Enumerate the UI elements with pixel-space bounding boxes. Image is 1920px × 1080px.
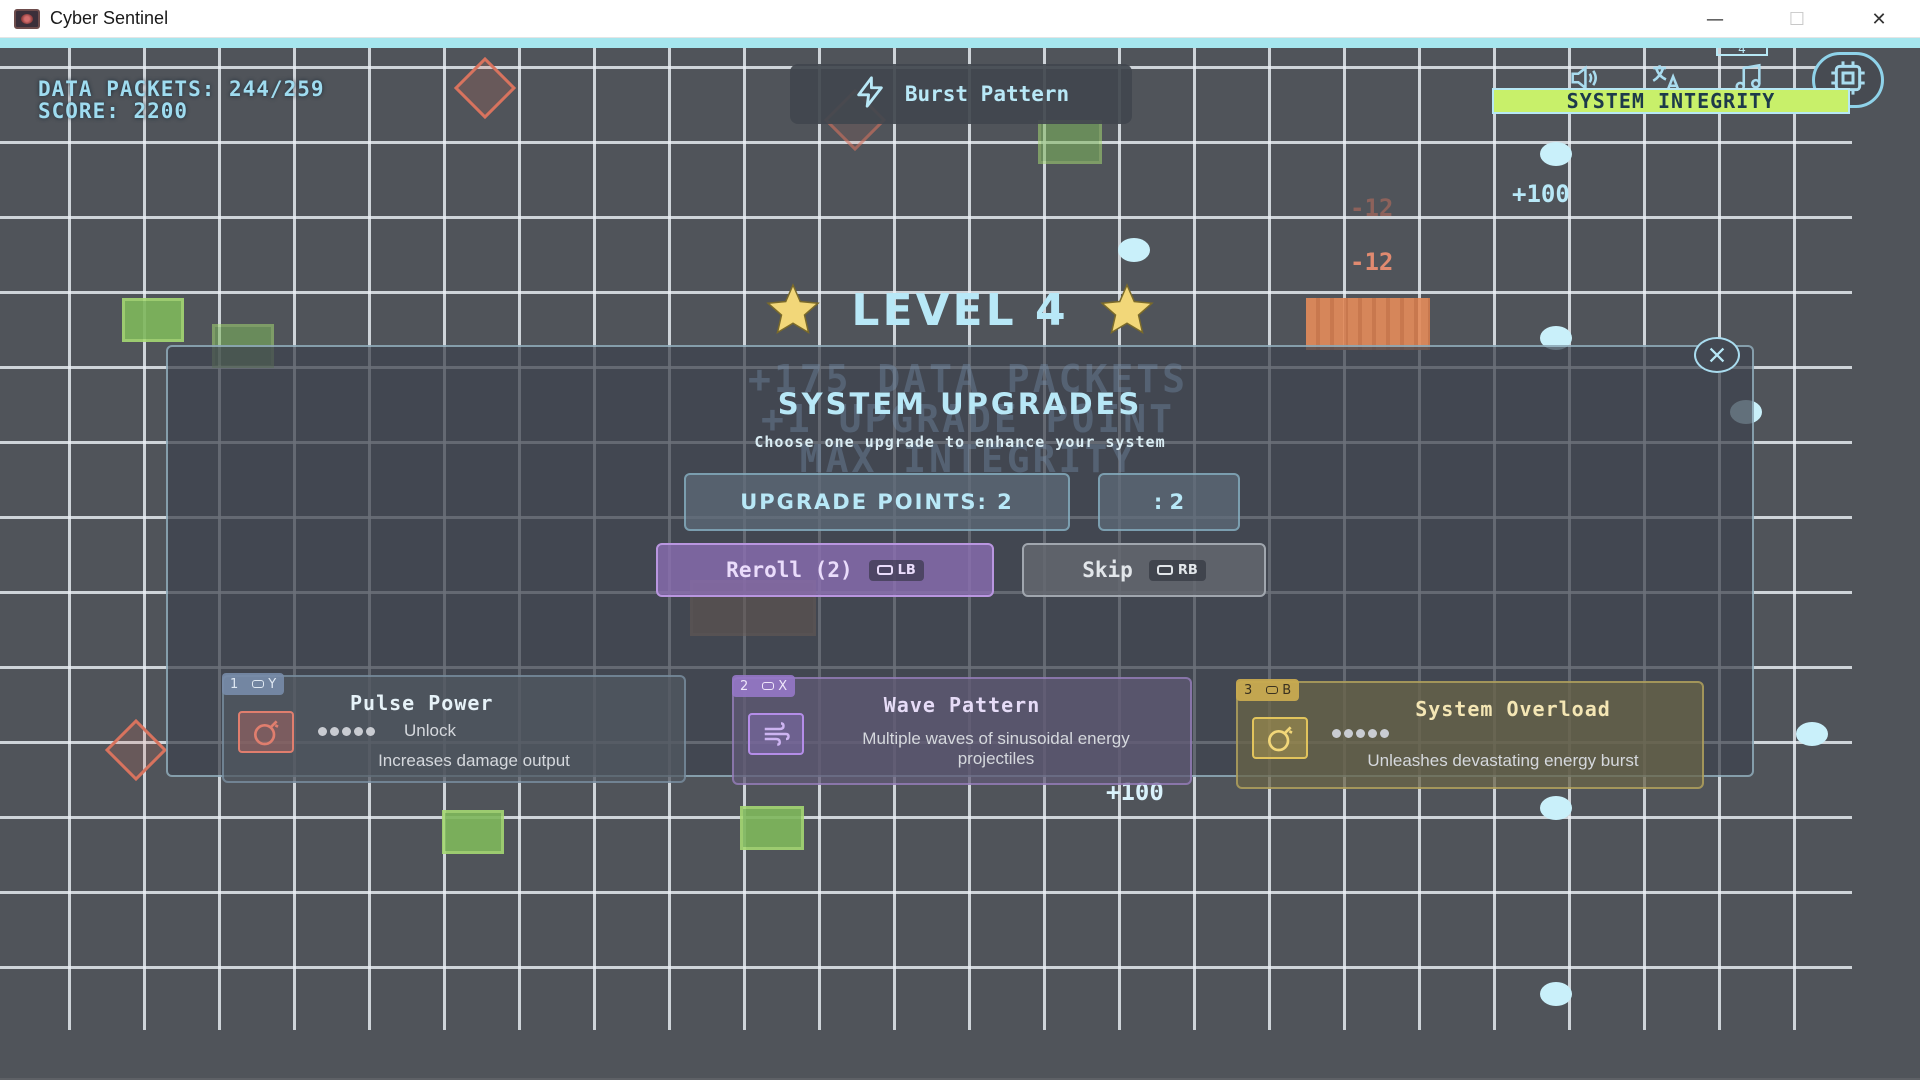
level-banner: LEVEL 4 (740, 280, 1180, 340)
title-accent-line (0, 38, 1920, 48)
gamepad-icon (876, 565, 893, 575)
level-indicator-tab: 4 (1716, 48, 1768, 56)
modal-subtitle: Choose one upgrade to enhance your syste… (754, 433, 1166, 451)
card-title: Wave Pattern (883, 693, 1041, 717)
card-slot-number: 3 (1244, 682, 1253, 698)
upgrade-modal: +175 DATA PACKETS +1 UPGRADE POINT MAX I… (166, 337, 1754, 789)
reroll-label: Reroll (2) (726, 558, 853, 582)
data-packet (122, 298, 184, 342)
system-integrity-bar: SYSTEM INTEGRITY (1492, 88, 1850, 114)
window-title: Cyber Sentinel (50, 8, 169, 28)
minimize-button[interactable]: — (1674, 0, 1756, 38)
close-window-button[interactable]: ✕ (1838, 0, 1920, 38)
card-title: Pulse Power (350, 691, 494, 715)
data-packet (1038, 120, 1102, 164)
card-hotkey-tag: 1 Y (222, 673, 285, 695)
gamepad-icon (1266, 686, 1279, 694)
card-description: Increases damage output (378, 751, 570, 770)
modal-close-button[interactable] (1694, 337, 1740, 373)
gamepad-icon (762, 682, 775, 690)
level-title: LEVEL 4 (851, 284, 1069, 336)
energy-orb (1796, 722, 1828, 746)
bomb-icon (1252, 717, 1308, 759)
upgrade-level-pips (1332, 729, 1389, 738)
maximize-button[interactable]: ☐ (1756, 0, 1838, 38)
skip-label: Skip (1082, 558, 1133, 582)
gamepad-hint: RB (1148, 559, 1206, 581)
energy-orb (1118, 238, 1150, 262)
gamepad-key: B (1282, 682, 1292, 698)
upgrade-level-pips (318, 727, 375, 736)
app-logo-icon (14, 8, 40, 29)
data-packet (740, 806, 804, 850)
wind-icon (748, 713, 804, 755)
secondary-points-display: : 2 (1098, 473, 1240, 531)
upgrade-points-display: UPGRADE POINTS: 2 (684, 473, 1070, 531)
card-title: System Overload (1415, 697, 1611, 721)
reroll-button[interactable]: Reroll (2) LB (656, 543, 994, 597)
gamepad-key: LB (897, 562, 916, 578)
upgrade-card-wave-pattern[interactable]: 2 X Wave Pattern Multiple waves of sinus… (732, 675, 1192, 785)
game-canvas[interactable]: DATA PACKETS: 244/259 SCORE: 2200 -12 -1… (0, 48, 1920, 1080)
enemy-block (1306, 298, 1430, 350)
modal-title: SYSTEM UPGRADES (777, 387, 1143, 421)
card-status: Unlock (404, 721, 456, 740)
damage-number: -12 (1350, 194, 1394, 222)
window-controls: — ☐ ✕ (1674, 0, 1920, 38)
star-icon (1099, 283, 1154, 335)
card-hotkey-tag: 3 B (1236, 679, 1300, 701)
card-slot-number: 2 (740, 678, 749, 694)
gamepad-key: RB (1177, 562, 1198, 578)
energy-orb (1540, 142, 1572, 166)
energy-orb (1540, 796, 1572, 820)
lightning-icon (853, 75, 887, 114)
close-icon (1709, 347, 1725, 363)
gamepad-key: X (778, 678, 788, 694)
gamepad-key: Y (268, 676, 277, 692)
card-slot-number: 1 (230, 676, 239, 692)
card-description: Multiple waves of sinusoidal energy proj… (862, 729, 1130, 768)
gamepad-icon (1156, 565, 1173, 575)
energy-orb (1540, 982, 1572, 1006)
card-description: Unleashes devastating energy burst (1367, 751, 1639, 770)
score-counter: SCORE: 2200 (38, 99, 189, 123)
upgrade-card-pulse-power[interactable]: 1 Y Pulse Power Unlock Increases damage … (222, 673, 686, 783)
window-titlebar: Cyber Sentinel — ☐ ✕ (0, 0, 1920, 38)
upgrade-card-system-overload[interactable]: 3 B System Overload Unleashes devastatin… (1236, 679, 1704, 789)
damage-number: -12 (1350, 248, 1394, 276)
skip-button[interactable]: Skip RB (1022, 543, 1266, 597)
score-popup: +100 (1512, 180, 1570, 208)
hud-stats: DATA PACKETS: 244/259 SCORE: 2200 (38, 78, 325, 122)
data-packets-counter: DATA PACKETS: 244/259 (38, 77, 325, 101)
attack-pattern-banner: Burst Pattern (790, 64, 1132, 124)
data-packet (442, 810, 504, 854)
pattern-label: Burst Pattern (904, 82, 1070, 106)
star-icon (766, 283, 821, 335)
gamepad-icon (252, 680, 265, 688)
gamepad-hint: LB (868, 559, 924, 581)
bomb-icon (238, 711, 294, 753)
